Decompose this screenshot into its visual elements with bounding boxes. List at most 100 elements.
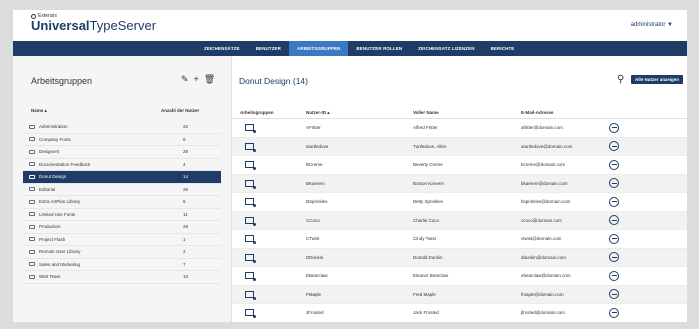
workgroup-item[interactable]: Company Fonts 6 [23,134,221,146]
workgroup-assignment-icon[interactable] [245,198,256,207]
workgroup-name: Documentation Feedback [39,161,91,167]
workgroup-item[interactable]: Limited Use Fonts 11 [23,209,221,221]
column-name[interactable]: Name ▴ [31,108,47,114]
full-name-cell: Betty Sprinkles [413,199,444,204]
workgroup-assignment-icon[interactable] [245,290,256,300]
table-row[interactable]: EBearclaw Eleanor Bearclaw ebearclaw@domai… [232,267,687,286]
nav-tab[interactable]: ARBEITSGRUPPEN [289,41,349,56]
nav-tab[interactable]: BENUTZER [248,41,289,56]
nav-tab[interactable]: BERICHTE [483,41,523,56]
nav-tab[interactable]: ZEICHENSATZ LIZENZEN [410,41,482,56]
table-row[interactable]: aturtledove Turtledove, Allen aturtledove@… [232,137,687,156]
workgroup-user-count: 6 [183,199,186,205]
workgroup-user-count: 2 [183,249,186,255]
workgroup-assignment-icon[interactable] [245,124,256,133]
brand-bold: Universal [31,18,90,33]
table-row[interactable]: CTwist Cindy Twist ctwist@domain.com [232,230,687,249]
user-id-cell: BCreme [306,162,323,167]
table-row[interactable]: BSprinkles Betty Sprinkles bsprinkles@doma… [232,193,687,212]
workgroup-name: Extra ArtPlan Library [39,199,81,205]
remove-user-icon[interactable] [609,141,619,151]
user-menu[interactable]: administrator ▼ [631,22,673,28]
group-icon [29,237,35,242]
remove-user-icon[interactable] [609,159,619,170]
workgroup-user-count: 1 [183,236,186,242]
workgroup-assignment-icon[interactable] [245,216,256,226]
remove-user-icon[interactable] [609,270,619,281]
remove-user-icon[interactable] [609,196,619,207]
workgroup-toolbar: ✎ + 🗑 [181,74,215,85]
pencil-icon[interactable]: ✎ [181,74,189,85]
table-row[interactable]: AFritter Alfred Fritter afritter@domain.co… [232,119,687,138]
workgroup-item[interactable]: Designers 29 [23,146,221,159]
workgroups-panel: Arbeitsgruppen ✎ + 🗑 Name ▴ Anzahl der N… [13,56,232,322]
workgroup-assignment-icon[interactable] [245,309,256,318]
email-cell: bkareem@domain.com [521,180,568,186]
workgroup-item[interactable]: Administration 22 [23,121,221,134]
column-full-name[interactable]: Voller Name [413,110,439,115]
workgroup-user-count: 4 [183,161,186,167]
workgroup-assignment-icon[interactable] [245,253,256,263]
workgroup-assignment-icon[interactable] [245,179,256,189]
nav-tab[interactable]: BENUTZER ROLLEN [348,41,410,56]
remove-user-icon[interactable] [609,122,619,133]
column-workgroups[interactable]: Arbeitsgruppen [240,110,274,115]
workgroup-item[interactable]: Documentation Feedback 4 [23,159,221,171]
email-cell: ebearclaw@domain.com [521,273,571,278]
group-members-title: Donut Design (14) [239,76,308,86]
workgroup-name: Limited Use Fonts [39,211,76,217]
remove-user-icon[interactable] [609,233,619,244]
workgroup-assignment-icon[interactable] [245,161,256,170]
workgroup-name: Company Fonts [39,136,71,142]
workgroup-item[interactable]: Project Flash 1 [23,234,221,246]
brand-logo[interactable]: Extensis UniversalTypeServer [31,13,156,32]
full-name-cell: Jack Frosted [413,310,439,315]
remove-user-icon[interactable] [609,307,619,318]
workgroup-assignment-icon[interactable] [245,272,256,281]
email-cell: aturtledove@domain.com [521,143,573,149]
workgroup-name: Web Team [39,274,61,280]
workgroup-item[interactable]: Web Team 10 [23,271,221,284]
remove-user-icon[interactable] [609,289,619,299]
table-row[interactable]: FMaple Fred Maple fmaple@domain.com [232,285,687,304]
column-user-id[interactable]: Nutzer-ID ▴ [306,110,330,116]
user-id-cell: AFritter [306,125,321,130]
table-row[interactable]: JFrosted Jack Frosted jfrosted@domain.com [232,304,687,322]
group-icon [29,199,35,204]
email-cell: bcreme@domain.com [521,162,566,167]
workgroup-user-count: 29 [183,149,189,155]
user-id-cell: DDunkin [306,254,324,260]
full-name-cell: Fred Maple [413,291,436,297]
email-cell: jfrosted@domain.com [521,310,565,315]
main-nav: ZEICHENSÄTZE BENUTZER ARBEITSGRUPPEN BENUTZ… [13,41,687,56]
workgroup-assignment-icon[interactable] [245,142,256,152]
workgroup-user-count: 7 [183,261,186,267]
user-id-cell: BKareem [306,180,325,186]
workgroup-item[interactable]: Editorial 26 [23,184,221,196]
workgroup-item[interactable]: Sales and Marketing 7 [23,259,221,271]
workgroup-item[interactable]: Extra ArtPlan Library 6 [23,196,221,209]
workgroup-item[interactable]: Remote User Library 2 [23,246,221,259]
trash-icon[interactable]: 🗑 [204,74,215,85]
workgroup-item[interactable]: Production 28 [23,221,221,234]
group-icon [29,174,35,179]
table-row[interactable]: BCreme Beverly Creme bcreme@domain.com [232,156,687,175]
remove-user-icon[interactable] [609,178,619,188]
plus-icon[interactable]: + [194,74,199,85]
column-user-count[interactable]: Anzahl der Nutzer [161,108,199,113]
column-email[interactable]: E-Mail-Adresse [521,110,554,115]
workgroup-assignment-icon[interactable] [245,235,256,244]
remove-user-icon[interactable] [609,252,619,262]
table-row[interactable]: CCoco Charlie Coco ccoco@domain.com [232,211,687,230]
table-row[interactable]: DDunkin Donald Dunkin ddunkin@domain.com [232,248,687,267]
nav-tab[interactable]: ZEICHENSÄTZE [196,41,248,56]
search-icon[interactable]: ⚲ [617,74,624,85]
workgroup-list: Administration 22 Company Fonts 6 Designers 2… [23,121,221,284]
table-row[interactable]: BKareem Boston Kareem bkareem@domain.com [232,174,687,193]
full-name-cell: Boston Kareem [413,180,445,186]
remove-user-icon[interactable] [609,215,619,225]
workgroup-item[interactable]: Donut Design 14 [23,171,221,184]
show-all-users-button[interactable]: Alle Nutzer anzeigen [631,75,684,84]
workgroup-user-count: 22 [183,124,189,130]
full-name-cell: Donald Dunkin [413,254,443,260]
